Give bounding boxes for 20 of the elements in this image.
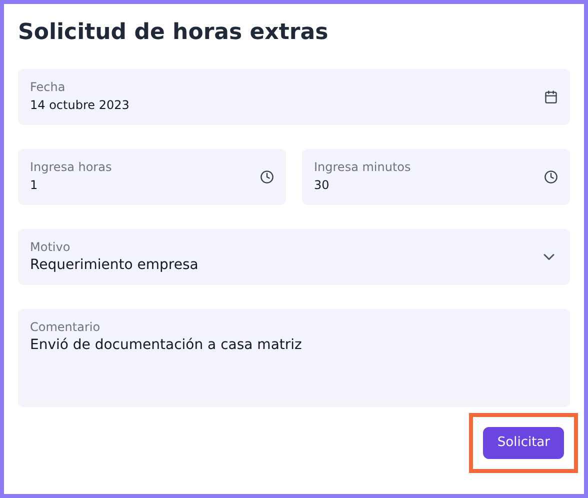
field-value: Requerimiento empresa bbox=[30, 256, 198, 275]
clock-icon[interactable] bbox=[260, 170, 274, 184]
page-title: Solicitud de horas extras bbox=[18, 19, 330, 47]
field-label: Ingresa minutos bbox=[314, 159, 411, 175]
input-field[interactable]: Ingresa horas 1 bbox=[18, 149, 286, 205]
input-field[interactable]: Fecha 14 octubre 2023 bbox=[18, 69, 570, 125]
comment-field[interactable]: Comentario Envió de documentación a casa matriz bbox=[18, 309, 570, 407]
input-field[interactable]: Ingresa minutos 30 bbox=[302, 149, 570, 205]
field-value: Envió de documentación a casa matriz bbox=[30, 336, 302, 355]
field-label: Motivo bbox=[30, 239, 72, 255]
clock-icon[interactable] bbox=[544, 170, 558, 184]
field-label: Comentario bbox=[30, 319, 102, 335]
submit-button[interactable]: Solicitar bbox=[483, 427, 564, 459]
field-label: Fecha bbox=[30, 79, 66, 95]
field-value: 30 bbox=[314, 177, 330, 194]
field-label: Ingresa horas bbox=[30, 159, 112, 175]
calendar-icon[interactable] bbox=[544, 90, 558, 104]
field-value: 1 bbox=[30, 177, 39, 194]
field-value: 14 octubre 2023 bbox=[30, 97, 130, 114]
select-field[interactable]: Motivo Requerimiento empresa bbox=[18, 229, 570, 285]
